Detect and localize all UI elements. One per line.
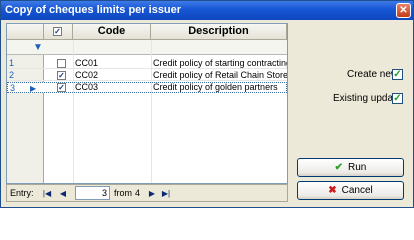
run-button-label: Run xyxy=(348,162,367,173)
select-all-checkbox[interactable] xyxy=(53,27,62,36)
cell-code: CC01 xyxy=(75,58,99,68)
table-row[interactable]: 1 CC01 Credit policy of starting contrac… xyxy=(7,58,287,69)
last-record-button[interactable]: ▶| xyxy=(160,186,172,200)
row-number: 1 xyxy=(9,58,15,68)
filter-icon[interactable]: ▼ xyxy=(33,42,43,53)
record-navigator: Entry: |◀ ◀ 3 from 4 ▶ ▶| xyxy=(6,184,288,202)
cell-description: Credit policy of golden partners xyxy=(153,82,278,92)
divider xyxy=(151,40,152,183)
divider xyxy=(73,40,74,183)
run-button[interactable]: ✔ Run xyxy=(297,158,404,177)
row-number: 2 xyxy=(9,70,15,80)
window-title: Copy of cheques limits per issuer xyxy=(5,4,182,16)
total-records: 4 xyxy=(135,188,141,198)
cell-description: Credit policy of Retail Chain Stores xyxy=(153,70,287,80)
existing-update-checkbox[interactable] xyxy=(392,93,403,104)
cell-description: Credit policy of starting contracting... xyxy=(153,58,287,68)
title-bar: Copy of cheques limits per issuer ✕ xyxy=(1,1,413,20)
cancel-button[interactable]: ✖ Cancel xyxy=(297,181,404,200)
row-checkbox[interactable] xyxy=(57,71,66,80)
row-number: 3 xyxy=(10,83,16,93)
create-new-label: Create new xyxy=(347,69,399,80)
select-all-header xyxy=(44,24,73,40)
next-record-button[interactable]: ▶ xyxy=(146,186,158,200)
table-row-selected[interactable]: 3 ▶ CC03 Credit policy of golden partner… xyxy=(7,82,287,93)
dialog-window: Copy of cheques limits per issuer ✕ Code… xyxy=(0,0,414,208)
prev-record-button[interactable]: ◀ xyxy=(57,186,69,200)
current-row-arrow-icon: ▶ xyxy=(30,84,37,93)
column-header-description[interactable]: Description xyxy=(151,24,287,40)
cell-code: CC02 xyxy=(75,70,99,80)
close-button[interactable]: ✕ xyxy=(396,3,411,18)
checkmark-icon: ✔ xyxy=(334,162,344,173)
current-record-input[interactable]: 3 xyxy=(75,186,110,200)
cancel-x-icon: ✖ xyxy=(328,185,337,196)
row-checkbox[interactable] xyxy=(57,59,66,68)
create-new-checkbox[interactable] xyxy=(392,69,403,80)
filter-row: ▼ xyxy=(7,40,287,55)
first-record-button[interactable]: |◀ xyxy=(41,186,53,200)
column-header-code[interactable]: Code xyxy=(73,24,151,40)
cancel-button-label: Cancel xyxy=(341,185,373,196)
cell-code: CC03 xyxy=(75,82,99,92)
corner-header xyxy=(7,24,44,40)
row-checkbox[interactable] xyxy=(57,83,66,92)
table-row[interactable]: 2 CC02 Credit policy of Retail Chain Sto… xyxy=(7,70,287,81)
issuer-grid: Code Description ▼ 1 CC01 Credit policy … xyxy=(6,23,288,184)
from-label: from xyxy=(114,188,132,198)
entry-label: Entry: xyxy=(10,188,34,198)
